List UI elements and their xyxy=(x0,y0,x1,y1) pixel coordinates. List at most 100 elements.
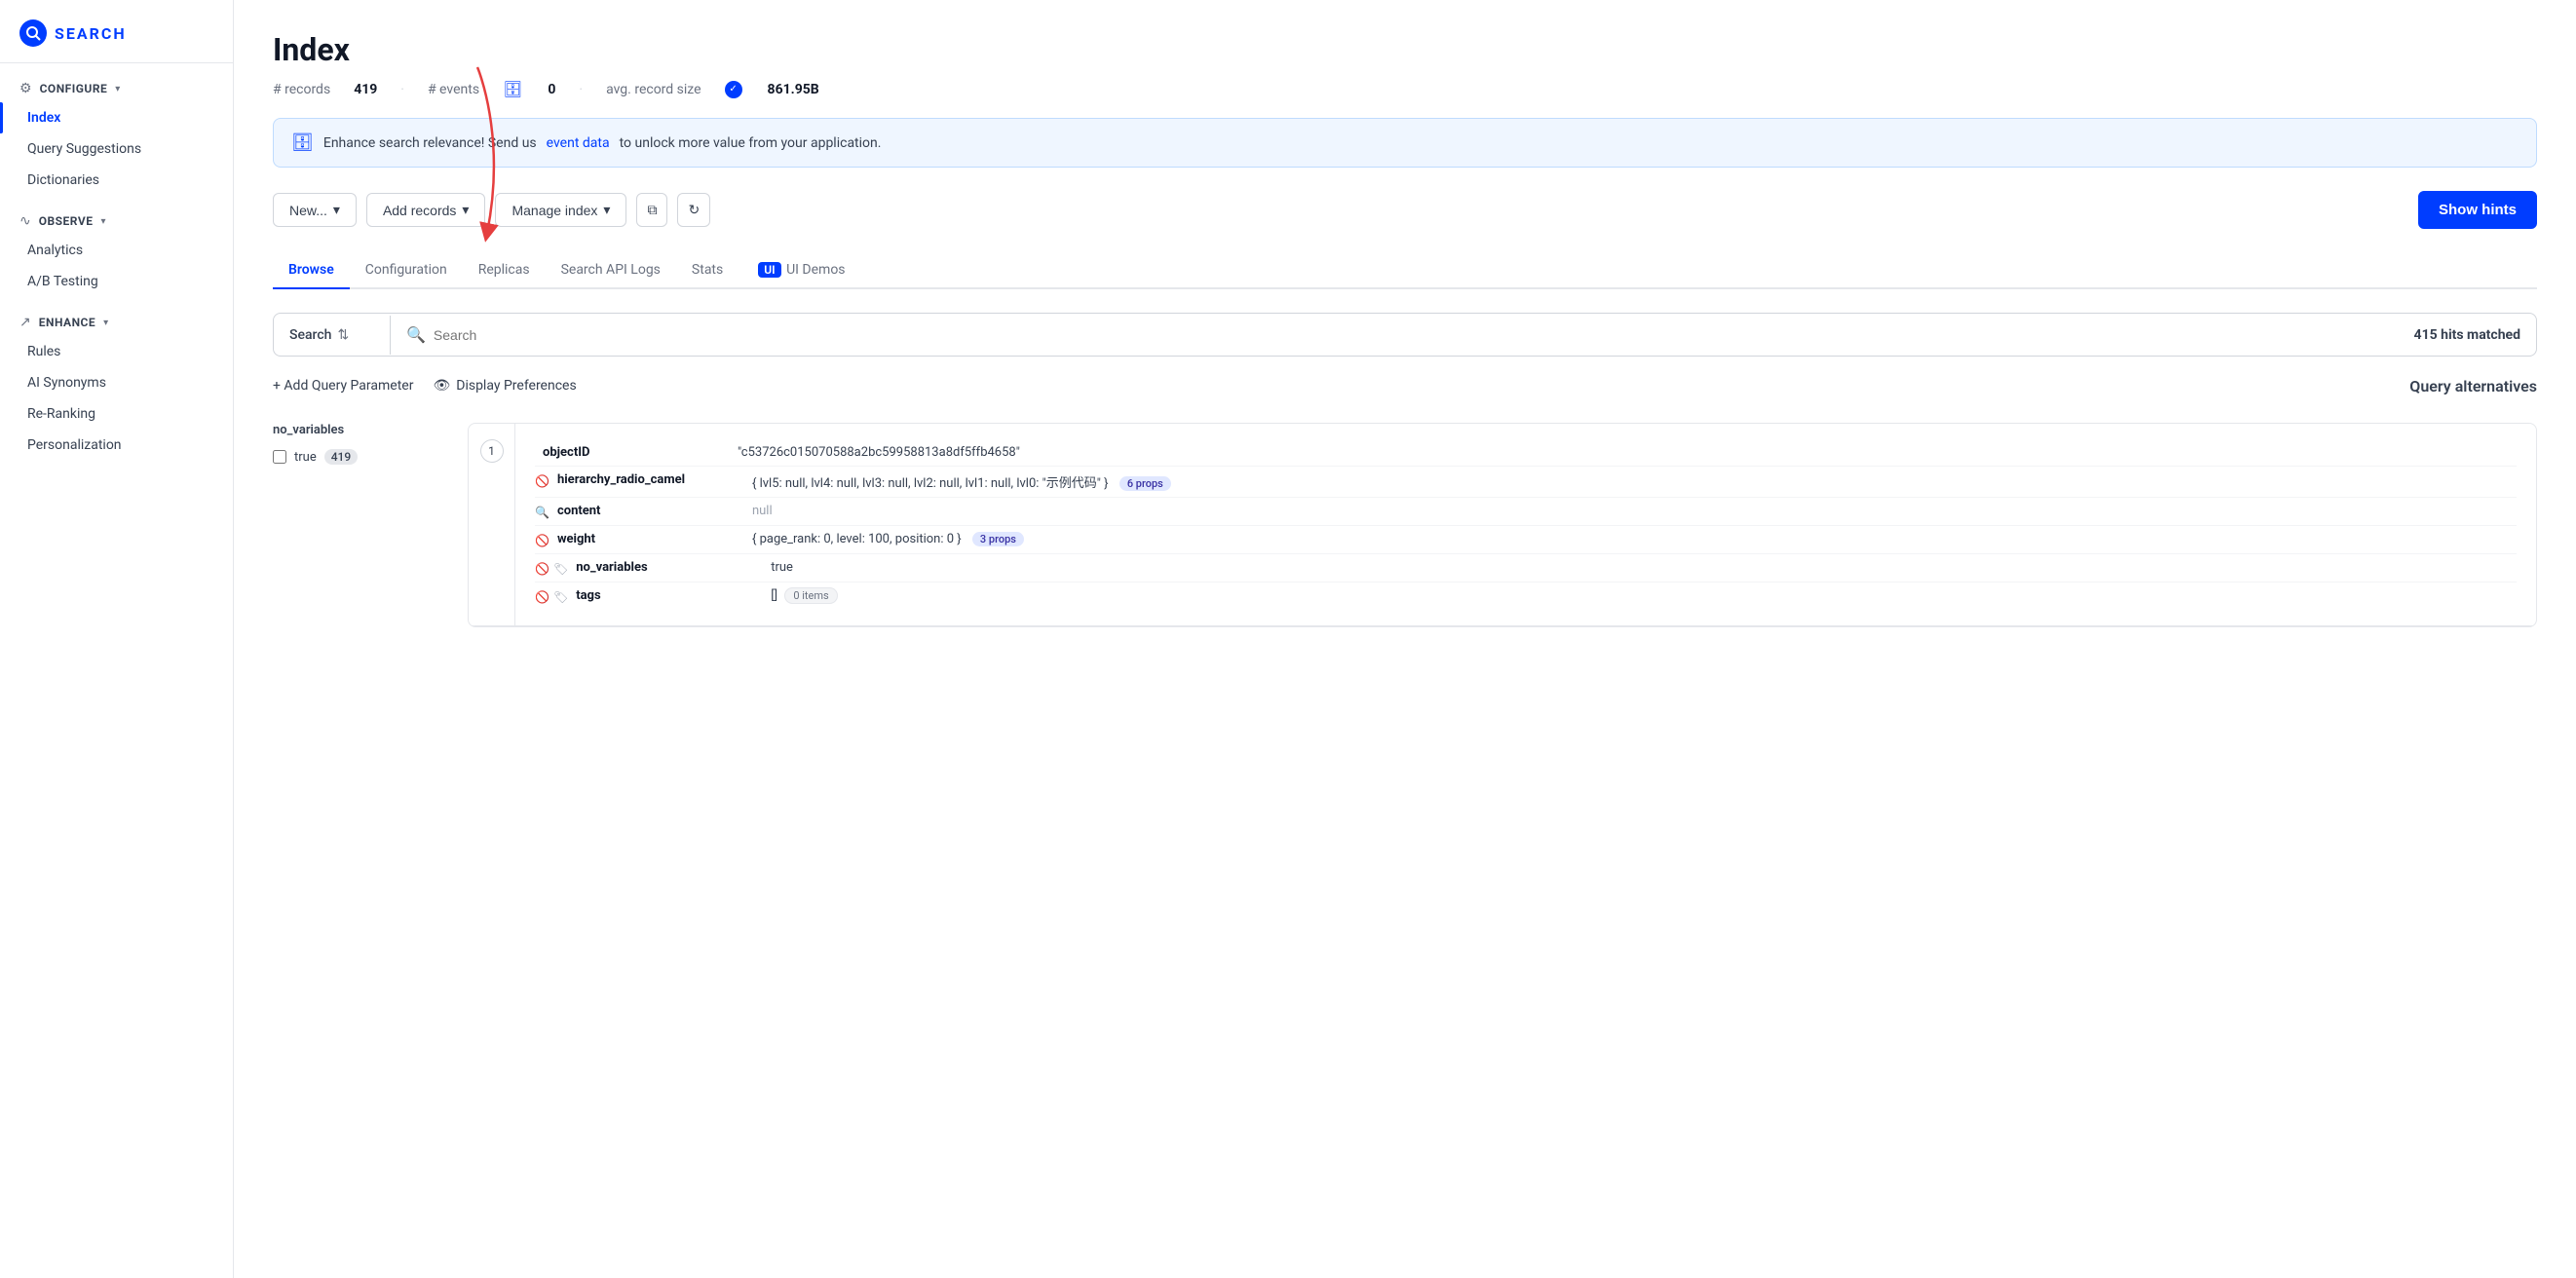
eye-icon: 👁 xyxy=(433,378,450,394)
sidebar-item-ab-testing[interactable]: A/B Testing xyxy=(0,266,233,297)
copy-icon: ⧉ xyxy=(647,202,657,218)
search-input-area: 🔍 xyxy=(391,314,2399,356)
sidebar-item-rules[interactable]: Rules xyxy=(0,336,233,367)
observe-label: OBSERVE xyxy=(39,214,94,228)
check-circle-icon: ✓ xyxy=(725,81,742,98)
tab-stats[interactable]: Stats xyxy=(676,252,739,289)
sidebar-item-ai-synonyms[interactable]: AI Synonyms xyxy=(0,367,233,398)
chevron-down-icon-observe: ▾ xyxy=(100,216,105,227)
observe-section-header[interactable]: ∿ OBSERVE ▾ xyxy=(0,204,233,235)
items-badge-tags: 0 items xyxy=(784,587,837,604)
enhance-icon: ↗ xyxy=(19,315,31,330)
logo: SEARCH xyxy=(0,8,233,62)
tab-badge: UI xyxy=(758,262,780,278)
chevron-down-icon-manage: ▾ xyxy=(603,202,610,218)
chevron-down-icon-add: ▾ xyxy=(462,202,469,218)
facet-item: true 419 xyxy=(273,445,468,469)
sidebar-item-analytics[interactable]: Analytics xyxy=(0,235,233,266)
eye-off-icon: 🚫 xyxy=(535,474,549,488)
field-row-weight: 🚫 weight { page_rank: 0, level: 100, pos… xyxy=(535,526,2517,554)
enhance-section-header[interactable]: ↗ ENHANCE ▾ xyxy=(0,305,233,336)
props-badge-weight: 3 props xyxy=(972,532,1024,546)
refresh-button[interactable]: ↻ xyxy=(677,193,710,227)
gear-icon: ⚙ xyxy=(19,81,32,96)
tab-configuration[interactable]: Configuration xyxy=(350,252,463,289)
facet-badge-true: 419 xyxy=(324,449,358,465)
facet-checkbox-true[interactable] xyxy=(273,450,286,464)
sidebar-item-dictionaries[interactable]: Dictionaries xyxy=(0,165,233,196)
new-button[interactable]: New... ▾ xyxy=(273,193,357,227)
search-icon-field: 🔍 xyxy=(535,506,549,519)
event-data-banner: 🗄 Enhance search relevance! Send us even… xyxy=(273,118,2537,168)
add-query-param-button[interactable]: + Add Query Parameter xyxy=(273,372,413,399)
table-row: 1 objectID "c53726c015070588a2bc59958813… xyxy=(469,424,2536,626)
props-badge-hierarchy: 6 props xyxy=(1119,476,1171,491)
record-number: 1 xyxy=(469,424,515,625)
manage-index-button[interactable]: Manage index ▾ xyxy=(495,193,626,227)
avg-size-value: 861.95B xyxy=(768,82,819,97)
hits-matched: 415 hits matched xyxy=(2399,316,2536,355)
chevron-down-icon-new: ▾ xyxy=(333,202,340,218)
tag-icon-nv: 🏷 xyxy=(553,562,568,576)
facet-group-title: no_variables xyxy=(273,423,468,437)
main-content: Index # records 419 · # events 🗄 0 · avg… xyxy=(234,0,2576,1278)
sidebar-divider xyxy=(0,62,233,63)
chevron-down-icon: ▾ xyxy=(115,84,120,94)
search-input[interactable] xyxy=(434,327,2383,343)
facet-label-true: true xyxy=(294,450,317,465)
search-type-label: Search xyxy=(289,327,331,343)
banner-event-link[interactable]: event data xyxy=(547,135,610,151)
tab-ui-demos[interactable]: UI UI Demos xyxy=(739,252,860,289)
banner-text-after: to unlock more value from your applicati… xyxy=(620,135,882,151)
sidebar-item-personalization[interactable]: Personalization xyxy=(0,430,233,461)
logo-icon xyxy=(19,19,47,47)
search-type-selector[interactable]: Search ⇅ xyxy=(274,316,391,355)
eye-off-icon-nv: 🚫 xyxy=(535,562,549,576)
field-row-hierarchy: 🚫 hierarchy_radio_camel { lvl5: null, lv… xyxy=(535,467,2517,498)
eye-off-icon-weight: 🚫 xyxy=(535,534,549,547)
refresh-icon: ↻ xyxy=(688,202,700,218)
record-index: 1 xyxy=(480,439,504,463)
sidebar-item-re-ranking[interactable]: Re-Ranking xyxy=(0,398,233,430)
field-row-content: 🔍 content null xyxy=(535,498,2517,526)
sidebar-item-index[interactable]: Index xyxy=(0,102,233,133)
tab-search-api-logs[interactable]: Search API Logs xyxy=(546,252,676,289)
search-magnifier-icon: 🔍 xyxy=(406,325,426,344)
database-icon: 🗄 xyxy=(503,80,522,98)
chevron-down-icon-enhance: ▾ xyxy=(103,318,108,328)
activity-icon: ∿ xyxy=(19,213,31,229)
chevron-updown-icon: ⇅ xyxy=(337,327,349,343)
copy-button[interactable]: ⧉ xyxy=(636,193,667,227)
banner-db-icon: 🗄 xyxy=(291,132,314,153)
eye-off-icon-tags: 🚫 xyxy=(535,590,549,604)
enhance-label: ENHANCE xyxy=(39,316,95,329)
records-panel: 1 objectID "c53726c015070588a2bc59958813… xyxy=(468,423,2537,627)
query-alternatives-label: Query alternatives xyxy=(2409,377,2537,395)
tag-icon-tags: 🏷 xyxy=(553,590,568,604)
records-stat-value: 419 xyxy=(354,82,377,97)
page-title: Index xyxy=(273,31,2537,68)
tab-replicas[interactable]: Replicas xyxy=(463,252,546,289)
add-records-button[interactable]: Add records ▾ xyxy=(366,193,486,227)
tab-browse[interactable]: Browse xyxy=(273,252,350,289)
results-layout: no_variables true 419 1 xyxy=(273,423,2537,627)
stats-row: # records 419 · # events 🗄 0 · avg. reco… xyxy=(273,80,2537,98)
configure-label: CONFIGURE xyxy=(40,82,108,95)
query-params-row: + Add Query Parameter 👁 Display Preferen… xyxy=(273,372,2537,399)
events-stat-label: # events xyxy=(428,82,479,97)
field-row-objectid: objectID "c53726c015070588a2bc59958813a8… xyxy=(535,439,2517,467)
field-row-tags: 🚫 🏷 tags [] 0 items xyxy=(535,583,2517,610)
display-preferences-button[interactable]: 👁 Display Preferences xyxy=(433,378,576,394)
configure-section-header[interactable]: ⚙ CONFIGURE ▾ xyxy=(0,71,233,102)
facets-panel: no_variables true 419 xyxy=(273,423,468,627)
show-hints-button[interactable]: Show hints xyxy=(2418,191,2537,229)
sidebar-item-query-suggestions[interactable]: Query Suggestions xyxy=(0,133,233,165)
content-tabs: Browse Configuration Replicas Search API… xyxy=(273,252,2537,289)
banner-text-before: Enhance search relevance! Send us xyxy=(323,135,537,151)
record-fields: objectID "c53726c015070588a2bc59958813a8… xyxy=(515,424,2536,625)
records-stat-label: # records xyxy=(273,82,330,97)
sidebar: SEARCH ⚙ CONFIGURE ▾ Index Query Suggest… xyxy=(0,0,234,1278)
events-stat-value: 0 xyxy=(548,82,555,97)
field-row-no-variables: 🚫 🏷 no_variables true xyxy=(535,554,2517,583)
search-row: Search ⇅ 🔍 415 hits matched xyxy=(273,313,2537,357)
